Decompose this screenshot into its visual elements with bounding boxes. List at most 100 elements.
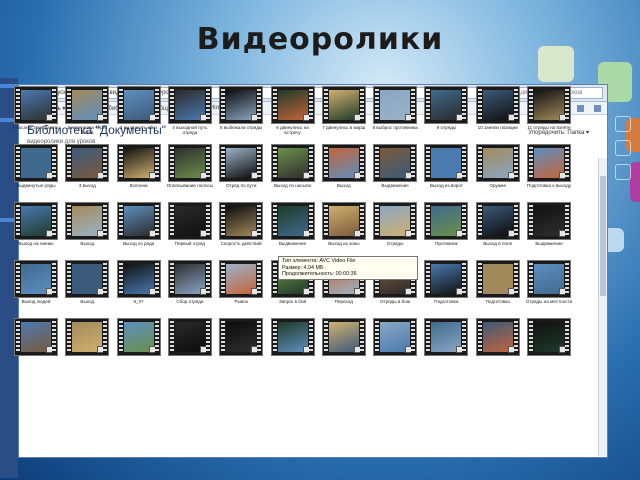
video-file[interactable]: Противник: [424, 202, 469, 246]
video-file[interactable]: [527, 318, 571, 356]
preview-icon[interactable]: [577, 104, 584, 112]
video-file[interactable]: 3 выход: [65, 144, 110, 188]
video-file[interactable]: Выдвинутые ряды: [14, 144, 58, 188]
video-file[interactable]: [219, 318, 264, 356]
help-icon[interactable]: [594, 104, 601, 112]
file-type-icon: [456, 114, 466, 121]
video-caption: Выход в поле: [483, 241, 513, 246]
video-file[interactable]: Оружие: [475, 144, 520, 188]
file-type-icon: [507, 288, 517, 295]
video-file[interactable]: Выход: [65, 260, 110, 304]
video-file[interactable]: Подготовка к выходу: [527, 144, 571, 188]
video-file[interactable]: Отряды: [373, 202, 418, 246]
file-type-icon: [507, 114, 517, 121]
video-file[interactable]: [65, 318, 110, 356]
video-file[interactable]: Опоясывание полосы: [167, 144, 213, 188]
video-file[interactable]: 9 отряды: [424, 86, 469, 130]
video-caption: Выход из зоны: [328, 241, 360, 246]
film-strip-icon: [527, 202, 571, 240]
video-file[interactable]: Выход: [65, 202, 110, 246]
video-file[interactable]: Сбор отряда: [167, 260, 212, 304]
video-file[interactable]: Отряды на местности: [526, 260, 572, 304]
video-file[interactable]: Подготовка: [475, 260, 520, 304]
video-file[interactable]: 6 двинулись на встречу: [270, 86, 315, 135]
video-file[interactable]: Выход: [321, 144, 366, 188]
video-caption: Выход: [80, 241, 95, 246]
video-caption: Подготовка: [485, 299, 510, 304]
video-caption: Выдвинутые ряды: [16, 183, 56, 188]
film-strip-icon: [527, 144, 571, 182]
video-file[interactable]: Подготовка: [424, 260, 469, 304]
file-type-icon: [97, 230, 107, 237]
file-type-icon: [559, 230, 568, 237]
video-file[interactable]: Колонна: [116, 144, 161, 188]
tooltip-duration: Продолжительность: 00:00:36: [282, 271, 357, 278]
video-file[interactable]: 1 последствия ракеты: [12, 86, 60, 130]
video-file[interactable]: 11 отряды на взлёте: [527, 86, 571, 130]
film-strip-icon: [424, 202, 469, 240]
video-file[interactable]: 10 заняли позиции: [475, 86, 520, 130]
video-file[interactable]: 2 переправа через залив: [65, 86, 110, 135]
video-file[interactable]: [270, 318, 315, 356]
scrollbar[interactable]: [598, 158, 607, 456]
video-file[interactable]: Выдвижение: [270, 202, 315, 246]
video-file[interactable]: [424, 318, 469, 356]
video-file[interactable]: [373, 318, 418, 356]
film-strip-icon: [475, 86, 520, 124]
video-caption: [421, 357, 471, 368]
video-file[interactable]: Первый отряд: [167, 202, 212, 246]
video-file[interactable]: Выход на линию: [14, 202, 58, 246]
tooltip-type: Тип элемента: AVC Video File: [282, 258, 356, 264]
video-caption: [165, 357, 215, 368]
video-file[interactable]: Выдвижение: [527, 202, 571, 246]
video-caption: Подготовка к выходу: [526, 183, 572, 188]
video-file[interactable]: [475, 318, 520, 356]
file-type-icon: [251, 114, 261, 121]
video-file[interactable]: [116, 318, 161, 356]
video-file[interactable]: 5 выбежали отряды: [219, 86, 264, 130]
video-file[interactable]: Выход из ряда: [116, 202, 161, 246]
video-file[interactable]: 8_07: [116, 260, 161, 304]
video-caption: Выдвижение: [535, 241, 563, 246]
file-type-icon: [405, 346, 415, 353]
file-type-icon: [456, 346, 466, 353]
video-file[interactable]: 3 выдвинуть обоз: [116, 86, 161, 130]
film-strip-icon: [321, 318, 366, 356]
video-file[interactable]: [14, 318, 58, 356]
film-strip-icon: [424, 144, 469, 182]
video-file[interactable]: Выход по насыпи: [270, 144, 315, 188]
scrollbar-thumb[interactable]: [600, 176, 606, 296]
film-strip-icon: [167, 86, 212, 124]
file-type-icon: [199, 114, 209, 121]
video-caption: 2 переправа через залив: [67, 125, 108, 136]
file-type-icon: [353, 288, 363, 295]
video-file[interactable]: Отряд по пути: [219, 144, 264, 188]
tooltip-size: Размер: 4,04 МБ: [282, 264, 324, 271]
video-file[interactable]: Выдвижение: [373, 144, 418, 188]
video-caption: Колонна: [129, 183, 148, 188]
video-caption: Выход из ряда: [122, 241, 155, 246]
video-file[interactable]: Выход из зоны: [321, 202, 366, 246]
video-file[interactable]: [167, 318, 212, 356]
video-caption: Выдвижение: [381, 183, 409, 188]
video-caption: 11 отряды на взлёте: [527, 125, 571, 130]
file-type-icon: [353, 114, 363, 121]
video-caption: Выход на линию: [18, 241, 54, 246]
video-caption: Опоясывание полосы: [166, 183, 214, 188]
film-strip-icon: [167, 144, 212, 182]
video-file[interactable]: Рывок: [219, 260, 264, 304]
video-file[interactable]: 8 выброс противника: [372, 86, 418, 130]
video-file[interactable]: Выход в поле: [475, 202, 520, 246]
video-caption: [370, 357, 420, 368]
video-file[interactable]: Выход людей: [14, 260, 58, 304]
video-file[interactable]: Скорость действий: [219, 202, 264, 246]
video-file[interactable]: 7 двинулись в марш: [321, 86, 366, 130]
decor-icon: [615, 164, 631, 180]
video-file[interactable]: [321, 318, 366, 356]
film-strip-icon: [373, 86, 418, 124]
video-file[interactable]: Выход из ворот: [424, 144, 469, 188]
film-strip-icon: [321, 202, 366, 240]
video-caption: Выход: [336, 183, 351, 188]
file-type-icon: [405, 114, 415, 121]
video-file[interactable]: 4 выходной путь отряда: [167, 86, 212, 135]
